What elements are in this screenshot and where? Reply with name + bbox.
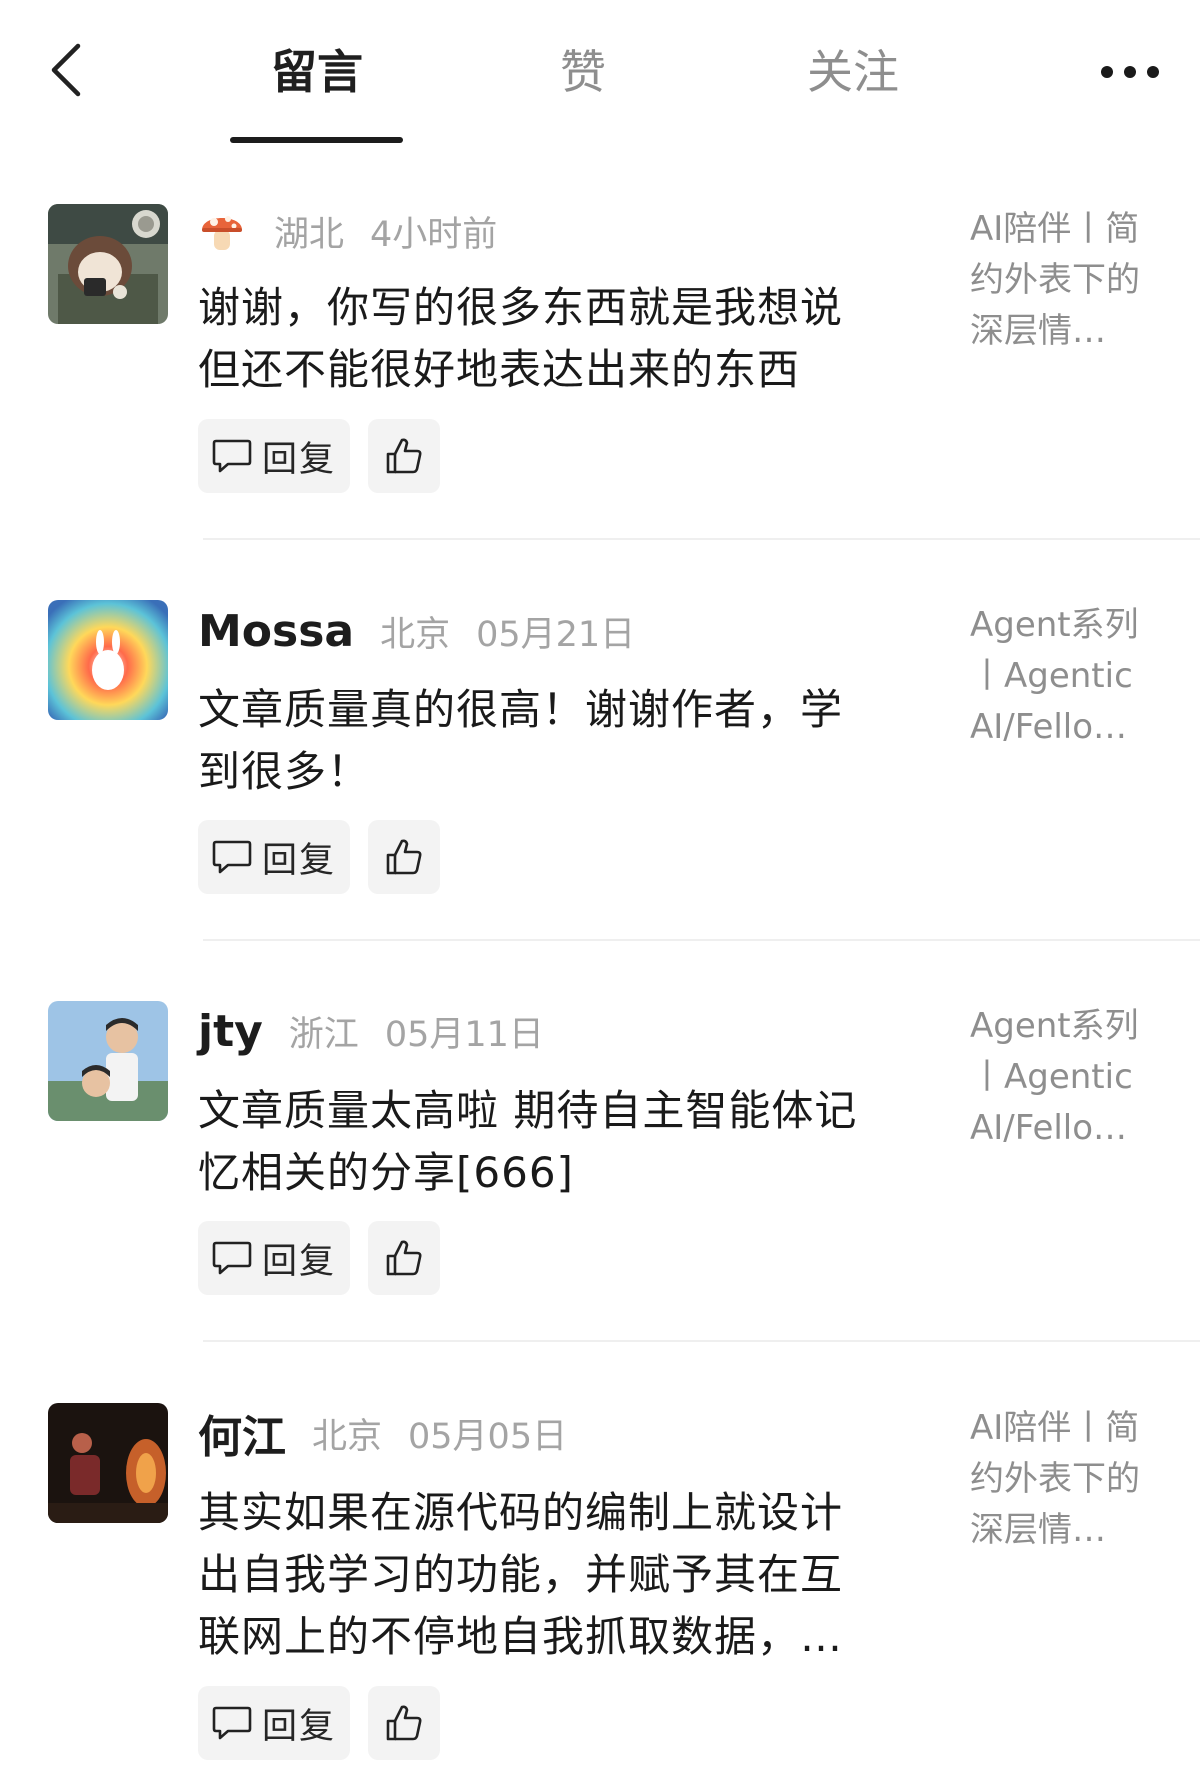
reply-label: 回复 [262,1706,337,1747]
more-dots-icon [1101,66,1159,78]
reply-label: 回复 [262,1241,337,1282]
username[interactable]: 何江 [198,1401,286,1465]
reply-label: 回复 [262,840,337,881]
comment-location: 北京 [380,614,451,655]
comment-time: 4小时前 [370,214,498,255]
comment-time: 05月05日 [408,1416,568,1457]
tab-bar: 留言 赞 关注 [0,0,1200,150]
comment-actions: 回复 [198,1686,441,1760]
avatar[interactable] [48,204,168,324]
thumbs-up-icon [386,438,422,474]
comment-bubble-icon [212,1241,252,1275]
comment-bubble-icon [212,439,252,473]
article-link[interactable]: AI陪伴丨简 约外表下的 深层情… [970,1403,1170,1556]
comment-actions: 回复 [198,1221,441,1295]
avatar[interactable] [48,1403,168,1523]
comment-actions: 回复 [198,820,441,894]
comment-location: 北京 [312,1416,383,1457]
divider [203,939,1200,941]
thumbs-up-icon [386,839,422,875]
comment-text: 文章质量太高啦 期待自主智能体记 忆相关的分享[666] [198,1086,858,1197]
tab-comments[interactable]: 留言 [227,40,407,104]
comment-text: 其实如果在源代码的编制上就设计 出自我学习的功能，并赋予其在互 联网上的不停地自… [198,1488,844,1661]
tab-follows[interactable]: 关注 [763,40,943,104]
like-button[interactable] [368,1686,441,1760]
reply-button[interactable]: 回复 [198,820,351,894]
article-link[interactable]: Agent系列 丨Agentic AI/Fello… [970,1001,1170,1154]
comment-actions: 回复 [198,419,441,493]
like-button[interactable] [368,419,441,493]
username[interactable]: Mossa [198,606,354,657]
mushroom-icon [202,216,242,250]
reply-button[interactable]: 回复 [198,1686,351,1760]
comment-location: 湖北 [274,214,345,255]
comment-location: 浙江 [288,1014,359,1055]
like-button[interactable] [368,820,441,894]
article-link[interactable]: Agent系列 丨Agentic AI/Fello… [970,600,1170,753]
comment-meta: 何江 北京 05月05日 [198,1403,567,1463]
avatar[interactable] [48,1001,168,1121]
username[interactable] [198,206,246,256]
article-link[interactable]: AI陪伴丨简 约外表下的 深层情… [970,204,1170,357]
tab-likes[interactable]: 赞 [493,40,673,104]
comment-meta: 湖北 4小时前 [198,201,497,261]
reply-button[interactable]: 回复 [198,419,351,493]
username[interactable]: jty [198,1006,263,1057]
thumbs-up-icon [386,1240,422,1276]
comment-text: 文章质量真的很高！谢谢作者，学 到很多！ [198,685,844,796]
comment-time: 05月21日 [476,614,636,655]
active-tab-indicator [230,137,403,143]
comment-time: 05月11日 [384,1014,544,1055]
avatar[interactable] [48,600,168,720]
comment-meta: Mossa 北京 05月21日 [198,601,635,661]
reply-label: 回复 [262,439,337,480]
like-button[interactable] [368,1221,441,1295]
more-button[interactable] [1082,52,1178,92]
divider [203,1340,1200,1342]
comment-meta: jty 浙江 05月11日 [198,1001,544,1061]
top-bar: 留言 赞 关注 [0,0,1200,150]
comment-bubble-icon [212,840,252,874]
comment-bubble-icon [212,1706,252,1740]
thumbs-up-icon [386,1705,422,1741]
reply-button[interactable]: 回复 [198,1221,351,1295]
comment-text: 谢谢，你写的很多东西就是我想说 但还不能很好地表达出来的东西 [198,283,844,394]
divider [203,538,1200,540]
